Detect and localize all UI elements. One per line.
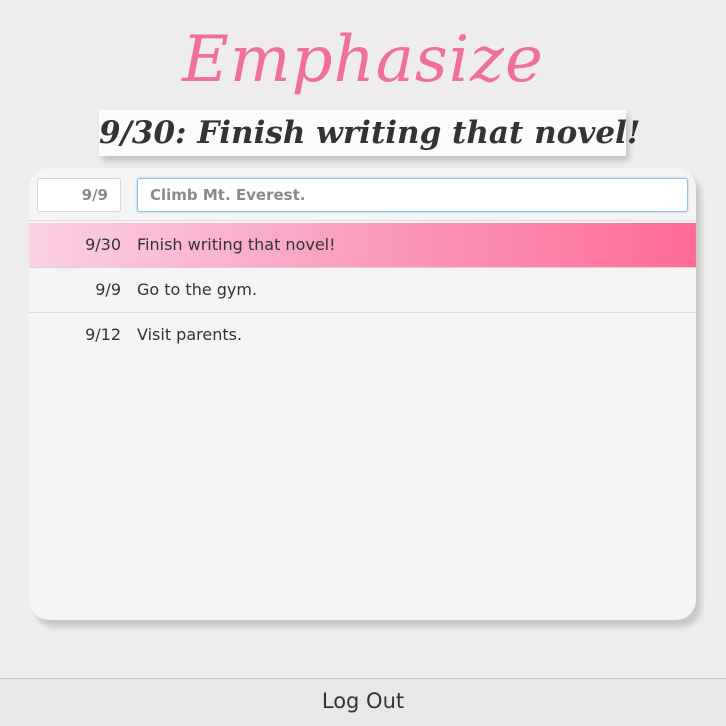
task-row[interactable]: 9/12 Visit parents. (29, 313, 696, 357)
task-list: 9/30 Finish writing that novel! 9/9 Go t… (29, 223, 696, 357)
task-text: Visit parents. (137, 325, 243, 344)
new-task-row (29, 168, 696, 221)
task-date: 9/9 (95, 280, 121, 299)
new-task-date-input[interactable] (37, 178, 121, 212)
emphasized-task-banner: 9/30: Finish writing that novel! (99, 110, 640, 156)
task-row[interactable]: 9/30 Finish writing that novel! (29, 223, 696, 268)
new-task-text-input[interactable] (137, 178, 688, 212)
task-row[interactable]: 9/9 Go to the gym. (29, 268, 696, 313)
divider (29, 220, 696, 221)
task-text: Finish writing that novel! (137, 235, 336, 254)
app-logo: Emphasize (182, 23, 544, 97)
task-date: 9/30 (85, 235, 121, 254)
task-panel: 9/30 Finish writing that novel! 9/9 Go t… (29, 168, 696, 620)
logout-button[interactable]: Log Out (0, 678, 726, 726)
task-text: Go to the gym. (137, 280, 258, 299)
task-date: 9/12 (85, 325, 121, 344)
